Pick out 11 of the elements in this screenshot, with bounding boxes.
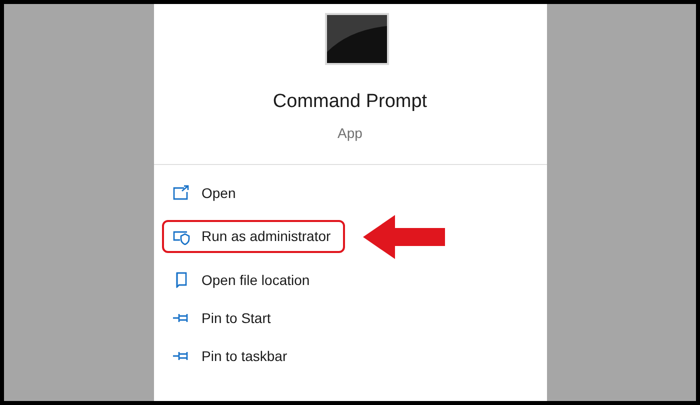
menu-item[interactable]: Run as administrator (162, 220, 345, 253)
app-type: App (338, 124, 362, 143)
menu-item[interactable]: Pin to Start (162, 302, 285, 334)
menu-item[interactable]: Open file location (162, 264, 324, 296)
open-window-icon (172, 185, 190, 201)
menu-item[interactable]: Open (162, 176, 250, 210)
shield-icon (172, 228, 190, 244)
arrow-icon (362, 214, 445, 258)
terminal-icon (324, 12, 390, 66)
app-title: Command Prompt (272, 90, 428, 114)
menu-item[interactable]: Pin to taskbar (162, 340, 302, 372)
